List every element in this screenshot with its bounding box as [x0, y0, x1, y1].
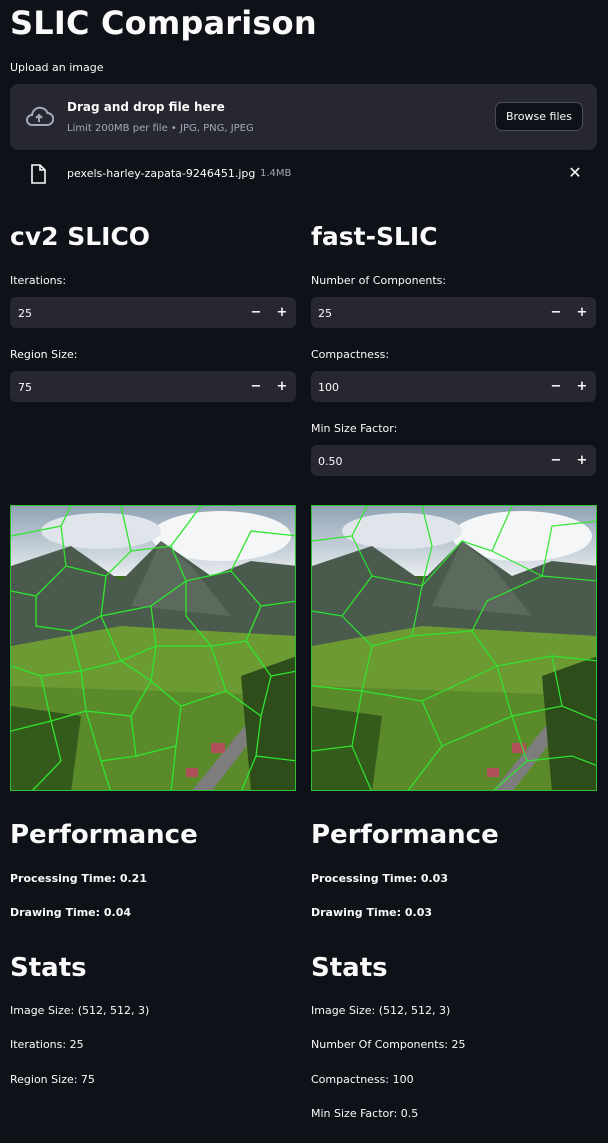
- fast-slic-heading: fast-SLIC: [311, 222, 438, 251]
- components-decrement-button[interactable]: −: [548, 305, 564, 320]
- close-icon[interactable]: ✕: [566, 164, 584, 182]
- iterations-label: Iterations:: [10, 274, 67, 287]
- dropzone-limit: Limit 200MB per file • JPG, PNG, JPEG: [67, 123, 254, 134]
- region-size-increment-button[interactable]: +: [274, 379, 290, 394]
- compactness-increment-button[interactable]: +: [574, 379, 590, 394]
- components-value: 25: [318, 307, 332, 320]
- right-stat-compactness: Compactness: 100: [311, 1073, 414, 1086]
- right-stats-heading: Stats: [311, 953, 388, 983]
- uploaded-file-name: pexels-harley-zapata-9246451.jpg: [67, 167, 256, 180]
- cloud-upload-icon: [26, 106, 54, 126]
- cv2-slico-heading: cv2 SLICO: [10, 222, 151, 251]
- region-size-decrement-button[interactable]: −: [248, 379, 264, 394]
- page-title: SLIC Comparison: [10, 4, 317, 42]
- compactness-decrement-button[interactable]: −: [548, 379, 564, 394]
- right-processing-time: Processing Time: 0.03: [311, 872, 448, 885]
- right-stat-components: Number Of Components: 25: [311, 1038, 466, 1051]
- iterations-value: 25: [18, 307, 32, 320]
- compactness-value: 100: [318, 381, 339, 394]
- left-drawing-time: Drawing Time: 0.04: [10, 906, 132, 919]
- left-stat-iterations: Iterations: 25: [10, 1038, 84, 1051]
- cv2-slico-result-image: [10, 505, 296, 791]
- file-icon: [31, 164, 46, 184]
- iterations-decrement-button[interactable]: −: [248, 305, 264, 320]
- min-size-decrement-button[interactable]: −: [548, 453, 564, 468]
- left-stat-region-size: Region Size: 75: [10, 1073, 95, 1086]
- right-stat-min-size: Min Size Factor: 0.5: [311, 1107, 419, 1120]
- browse-files-button[interactable]: Browse files: [495, 102, 583, 131]
- fast-slic-result-image: [311, 505, 597, 791]
- dropzone-text: Drag and drop file here: [67, 100, 225, 114]
- upload-label: Upload an image: [10, 61, 104, 74]
- right-stat-image-size: Image Size: (512, 512, 3): [311, 1004, 451, 1017]
- left-stats-heading: Stats: [10, 953, 87, 983]
- left-performance-heading: Performance: [10, 820, 198, 850]
- region-size-label: Region Size:: [10, 348, 78, 361]
- min-size-label: Min Size Factor:: [311, 422, 398, 435]
- right-performance-heading: Performance: [311, 820, 499, 850]
- min-size-increment-button[interactable]: +: [574, 453, 590, 468]
- uploaded-file-size: 1.4MB: [260, 168, 292, 179]
- components-increment-button[interactable]: +: [574, 305, 590, 320]
- right-drawing-time: Drawing Time: 0.03: [311, 906, 433, 919]
- min-size-value: 0.50: [318, 455, 343, 468]
- region-size-value: 75: [18, 381, 32, 394]
- left-processing-time: Processing Time: 0.21: [10, 872, 147, 885]
- iterations-increment-button[interactable]: +: [274, 305, 290, 320]
- components-label: Number of Components:: [311, 274, 447, 287]
- left-stat-image-size: Image Size: (512, 512, 3): [10, 1004, 150, 1017]
- compactness-label: Compactness:: [311, 348, 390, 361]
